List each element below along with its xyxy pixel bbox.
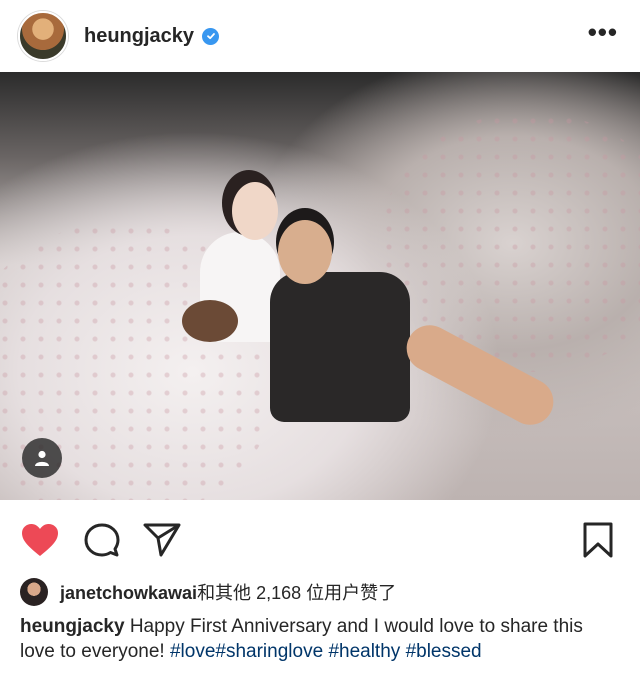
caption-username[interactable]: heungjacky bbox=[20, 616, 125, 637]
hashtag-link[interactable]: #healthy bbox=[328, 641, 400, 662]
groom-figure bbox=[270, 272, 410, 422]
action-bar bbox=[0, 500, 640, 574]
hashtag-link[interactable]: #sharinglove bbox=[215, 641, 323, 662]
user-tag-icon bbox=[35, 450, 49, 466]
verified-check-icon bbox=[202, 27, 220, 45]
more-options-button[interactable]: ••• bbox=[587, 17, 618, 47]
post-photo[interactable] bbox=[0, 72, 640, 500]
hashtag-link[interactable]: #love bbox=[170, 641, 215, 662]
post-header: heungjacky ••• bbox=[0, 0, 640, 72]
user-tag-button[interactable] bbox=[22, 438, 62, 478]
groom-head bbox=[278, 220, 332, 284]
bookmark-icon bbox=[583, 522, 613, 558]
likes-row: janetchowkawai和其他 2,168 位用户赞了 bbox=[0, 574, 640, 610]
like-button[interactable] bbox=[20, 520, 60, 560]
hashtag-link[interactable]: #blessed bbox=[406, 641, 482, 662]
profile-avatar[interactable] bbox=[18, 11, 68, 61]
liker-username[interactable]: janetchowkawai bbox=[60, 583, 197, 603]
comment-button[interactable] bbox=[82, 520, 122, 560]
likes-text: janetchowkawai和其他 2,168 位用户赞了 bbox=[60, 579, 396, 605]
post-username[interactable]: heungjacky bbox=[84, 25, 194, 48]
share-icon bbox=[143, 523, 181, 557]
comment-icon bbox=[84, 523, 120, 557]
likes-count[interactable]: 和其他 2,168 位用户赞了 bbox=[197, 583, 396, 603]
save-button[interactable] bbox=[578, 520, 618, 560]
more-dots-icon: ••• bbox=[587, 17, 618, 47]
share-button[interactable] bbox=[142, 520, 182, 560]
post-caption: heungjacky Happy First Anniversary and I… bbox=[0, 610, 640, 664]
bride-head bbox=[232, 182, 278, 240]
liker-avatar[interactable] bbox=[20, 578, 48, 606]
dog-figure bbox=[182, 300, 238, 342]
heart-filled-icon bbox=[22, 524, 58, 556]
